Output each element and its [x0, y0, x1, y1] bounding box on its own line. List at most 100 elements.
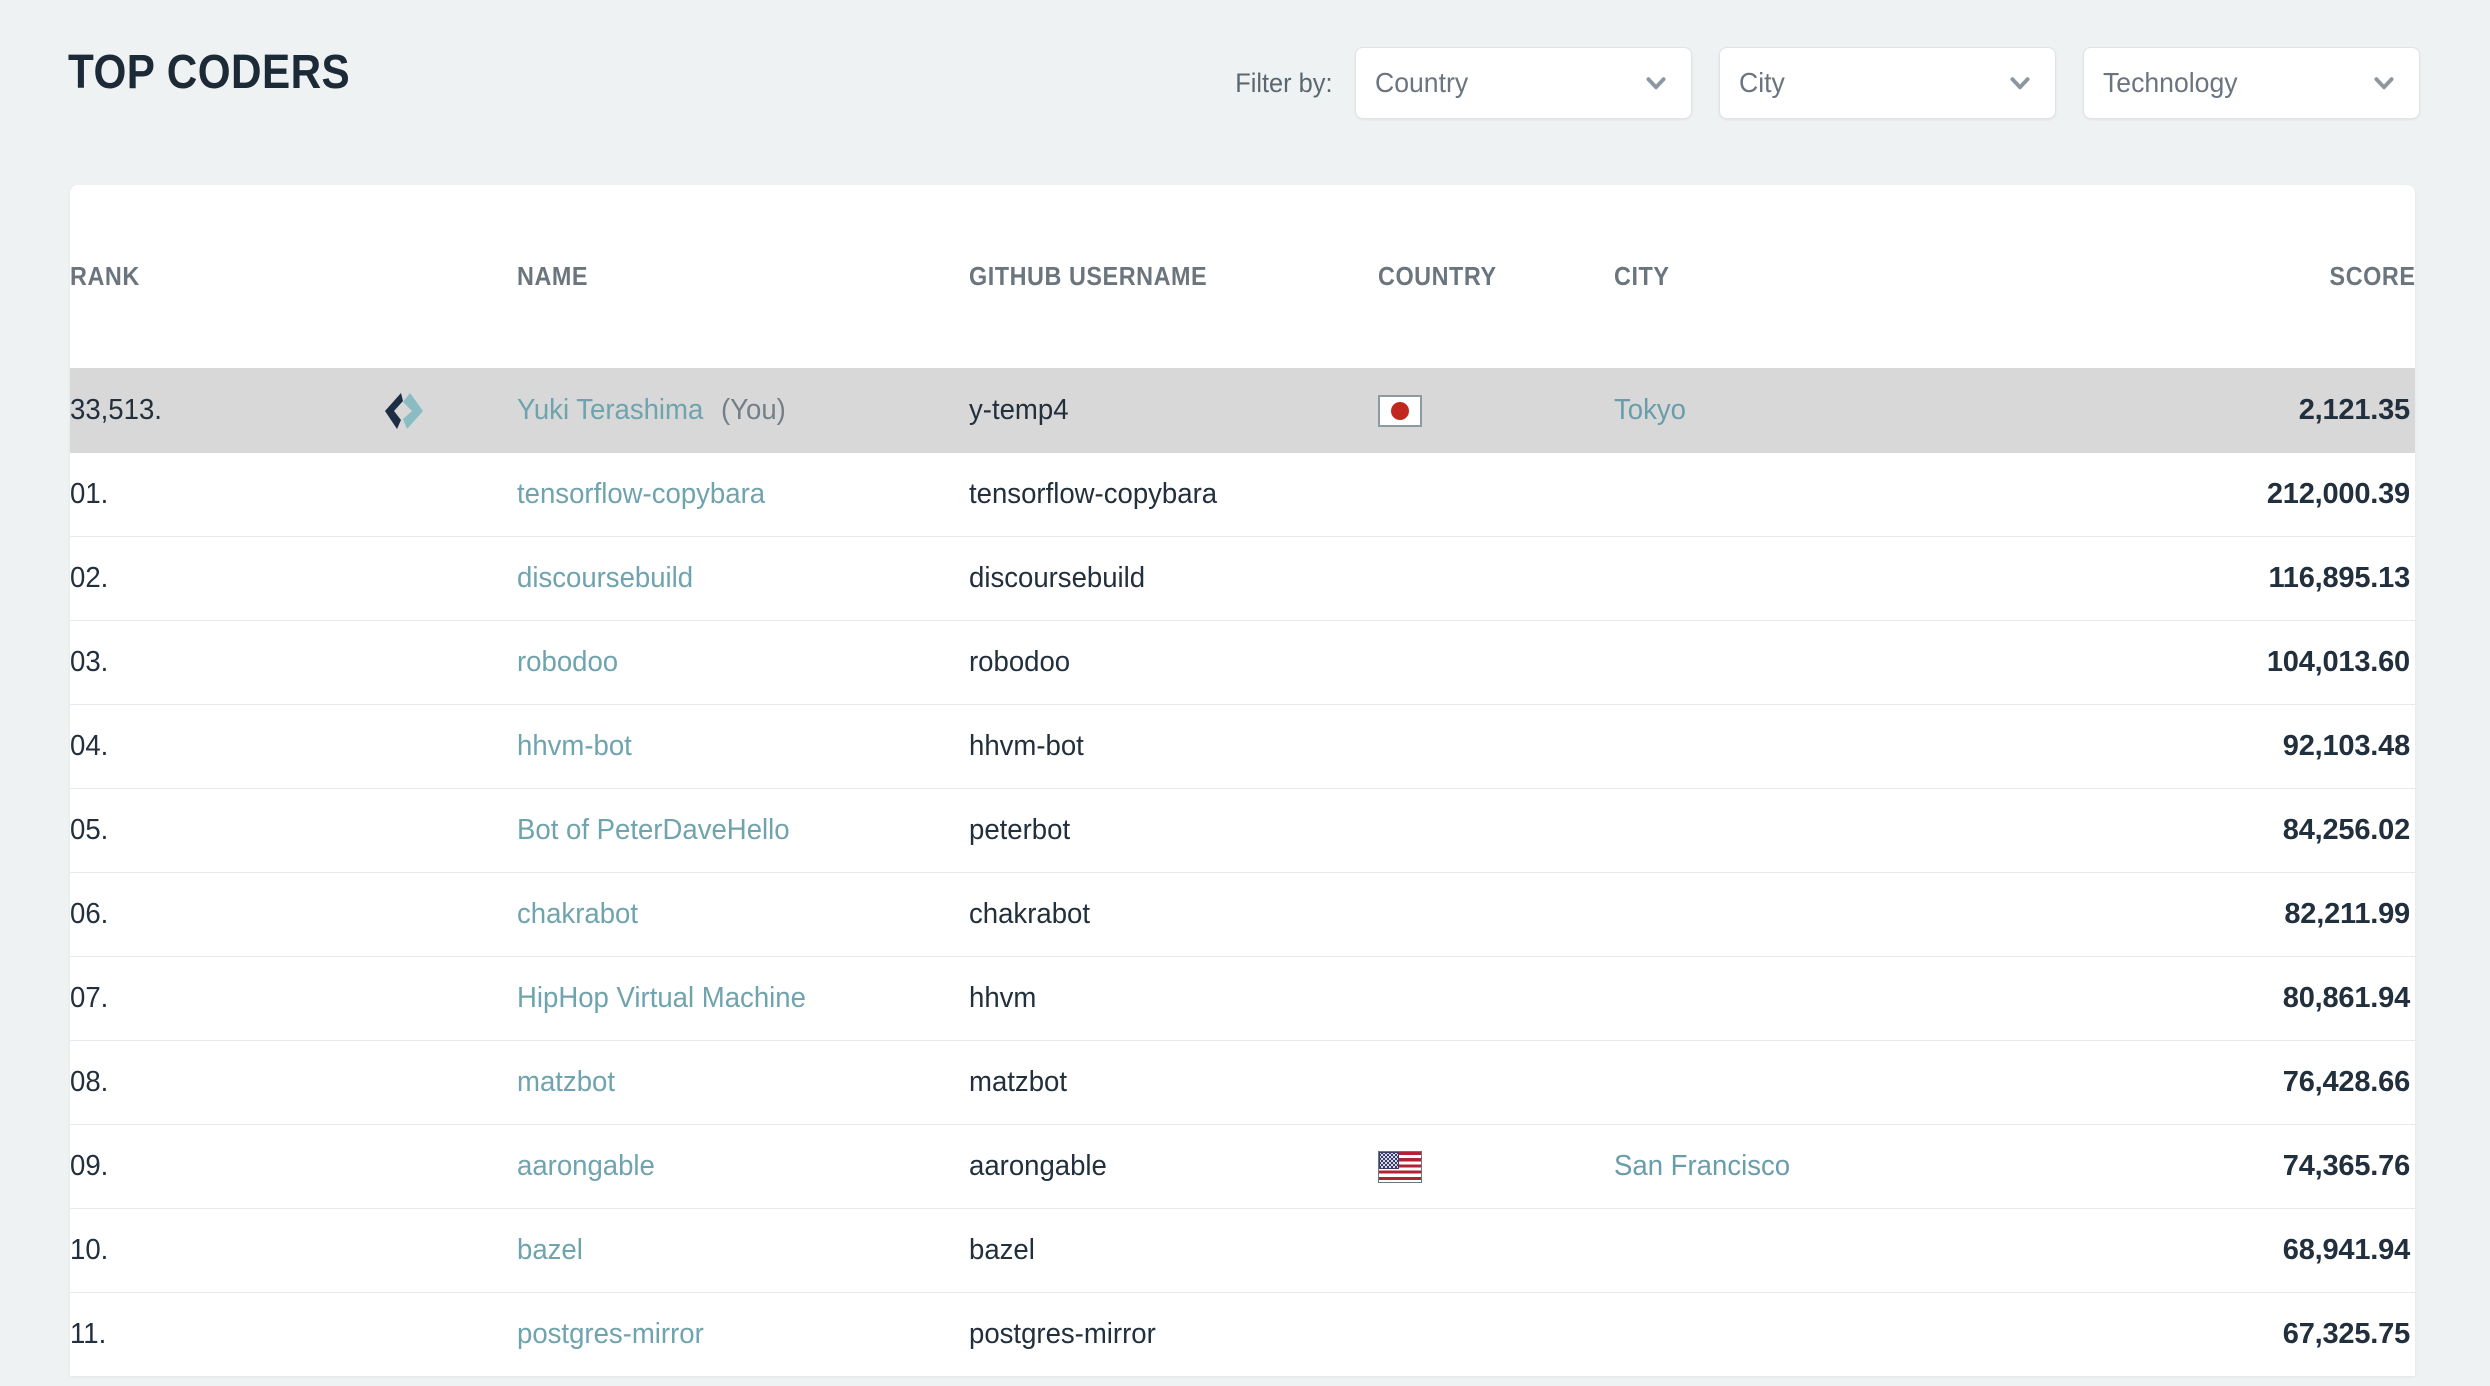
cell-name: discoursebuild: [516, 536, 970, 621]
leaderboard-table: RANK NAME GITHUB USERNAME COUNTRY CITY S…: [70, 185, 2415, 1376]
column-header-city[interactable]: CITY: [1614, 185, 2025, 368]
table-row-current-user[interactable]: 33,513. Yuki Terashima (You) y-temp4 Tok…: [70, 368, 2415, 453]
cell-github-username: bazel: [969, 1208, 1379, 1293]
table-row[interactable]: 05. Bot of PeterDaveHello peterbot 84,25…: [70, 788, 2415, 873]
cell-avatar: [376, 704, 517, 789]
github-username-value: tensorflow-copybara: [969, 478, 1218, 510]
column-header-rank[interactable]: RANK: [70, 185, 517, 368]
cell-name: hhvm-bot: [516, 704, 970, 789]
cell-score: 212,000.39: [2266, 478, 2410, 510]
city-link[interactable]: San Francisco: [1614, 1150, 1790, 1183]
cell-rank: 33,513.: [70, 368, 377, 453]
cell-city: [1614, 536, 2025, 621]
cell-score: 67,325.75: [2024, 1292, 2415, 1376]
github-username-value: y-temp4: [969, 394, 1069, 426]
page-header: TOP CODERS Filter by: Country City Techn…: [0, 0, 2490, 185]
user-name-link[interactable]: Yuki Terashima: [517, 394, 703, 427]
cell-rank: 07.: [70, 956, 377, 1041]
column-header-score[interactable]: SCORE: [2025, 185, 2415, 368]
user-name-link[interactable]: postgres-mirror: [517, 1318, 704, 1351]
table-row[interactable]: 02. discoursebuild discoursebuild 116,89…: [70, 536, 2415, 621]
table-row[interactable]: 03. robodoo robodoo 104,013.60: [70, 620, 2415, 705]
filter-select-technology[interactable]: Technology: [2083, 47, 2420, 119]
cell-city: [1614, 704, 2025, 789]
cell-github-username: discoursebuild: [969, 536, 1379, 621]
cell-country: [1378, 620, 1614, 705]
table-row[interactable]: 09. aarongable aarongable San Francisco …: [70, 1124, 2415, 1209]
filter-select-technology-value: Technology: [2103, 67, 2238, 98]
user-name-link[interactable]: hhvm-bot: [517, 730, 632, 763]
column-header-name[interactable]: NAME: [517, 185, 969, 368]
filter-select-city-value: City: [1739, 67, 1785, 98]
filter-select-city[interactable]: City: [1719, 47, 2056, 119]
user-name-link[interactable]: bazel: [517, 1234, 583, 1267]
table-row[interactable]: 04. hhvm-bot hhvm-bot 92,103.48: [70, 704, 2415, 789]
flag-usa-icon: [1378, 1150, 1423, 1183]
cell-city: [1614, 1040, 2025, 1125]
table-row[interactable]: 08. matzbot matzbot 76,428.66: [70, 1040, 2415, 1125]
you-tag: (You): [721, 394, 786, 426]
column-header-github-username[interactable]: GITHUB USERNAME: [969, 185, 1378, 368]
table-row[interactable]: 01. tensorflow-copybara tensorflow-copyb…: [70, 453, 2415, 537]
cell-name: postgres-mirror: [516, 1292, 970, 1376]
cell-name: Yuki Terashima (You): [516, 368, 970, 453]
table-row[interactable]: 06. chakrabot chakrabot 82,211.99: [70, 872, 2415, 957]
cell-score: 82,211.99: [2024, 872, 2415, 957]
city-link[interactable]: Tokyo: [1614, 394, 1686, 427]
cell-rank: 10.: [70, 1208, 377, 1293]
cell-city: San Francisco: [1614, 1124, 2025, 1209]
github-username-value: matzbot: [969, 1066, 1068, 1098]
cell-score: 2,121.35: [2024, 368, 2415, 453]
filter-by-label: Filter by:: [1235, 67, 1333, 98]
code-brackets-logo: [377, 389, 517, 433]
rank-value: 04.: [70, 730, 109, 762]
cell-city: [1614, 872, 2025, 957]
rank-value: 09.: [70, 1150, 109, 1182]
table-row[interactable]: 11. postgres-mirror postgres-mirror 67,3…: [70, 1292, 2415, 1376]
cell-github-username: postgres-mirror: [969, 1292, 1379, 1376]
filter-bar: Filter by: Country City Technology: [1229, 47, 2420, 119]
github-username-value: aarongable: [969, 1150, 1108, 1182]
column-header-country[interactable]: COUNTRY: [1378, 185, 1614, 368]
table-row[interactable]: 10. bazel bazel 68,941.94: [70, 1208, 2415, 1293]
cell-score: 80,861.94: [2024, 956, 2415, 1041]
cell-city: [1614, 956, 2025, 1041]
table-header: RANK NAME GITHUB USERNAME COUNTRY CITY S…: [70, 185, 2415, 368]
user-name-link[interactable]: discoursebuild: [517, 562, 693, 595]
cell-city: [1614, 1208, 2025, 1293]
cell-name: matzbot: [516, 1040, 970, 1125]
cell-rank: 03.: [70, 620, 377, 705]
user-name-link[interactable]: aarongable: [517, 1150, 655, 1183]
cell-country: [1378, 872, 1614, 957]
user-name-link[interactable]: HipHop Virtual Machine: [517, 982, 806, 1015]
cell-github-username: y-temp4: [969, 368, 1379, 453]
cell-name: bazel: [516, 1208, 970, 1293]
user-name-link[interactable]: tensorflow-copybara: [517, 478, 765, 511]
github-username-value: postgres-mirror: [969, 1318, 1156, 1350]
top-coders-page: TOP CODERS Filter by: Country City Techn…: [0, 0, 2490, 1386]
cell-score: 84,256.02: [2024, 788, 2415, 873]
table-header-row: RANK NAME GITHUB USERNAME COUNTRY CITY S…: [70, 185, 2415, 368]
cell-country: [1378, 1124, 1614, 1209]
cell-score: 104,013.60: [2024, 620, 2415, 705]
filter-select-country[interactable]: Country: [1355, 47, 1692, 119]
page-title: TOP CODERS: [68, 46, 351, 99]
rank-value: 01.: [70, 478, 109, 510]
user-name-link[interactable]: robodoo: [517, 646, 618, 679]
user-name-link[interactable]: chakrabot: [517, 898, 638, 931]
github-username-value: hhvm-bot: [969, 730, 1085, 762]
cell-avatar: [376, 1124, 517, 1209]
leaderboard-card: RANK NAME GITHUB USERNAME COUNTRY CITY S…: [70, 185, 2415, 1376]
cell-name: chakrabot: [516, 872, 970, 957]
user-name-link[interactable]: matzbot: [517, 1066, 615, 1099]
cell-avatar: [376, 1040, 517, 1125]
cell-name: aarongable: [516, 1124, 970, 1209]
cell-score: 68,941.94: [2024, 1208, 2415, 1293]
rank-value: 05.: [70, 814, 109, 846]
cell-rank: 04.: [70, 704, 377, 789]
user-name-link[interactable]: Bot of PeterDaveHello: [517, 814, 790, 847]
chevron-down-icon: [2007, 70, 2033, 96]
table-row[interactable]: 07. HipHop Virtual Machine hhvm 80,861.9…: [70, 956, 2415, 1041]
rank-value: 08.: [70, 1066, 109, 1098]
github-username-value: discoursebuild: [969, 562, 1146, 594]
